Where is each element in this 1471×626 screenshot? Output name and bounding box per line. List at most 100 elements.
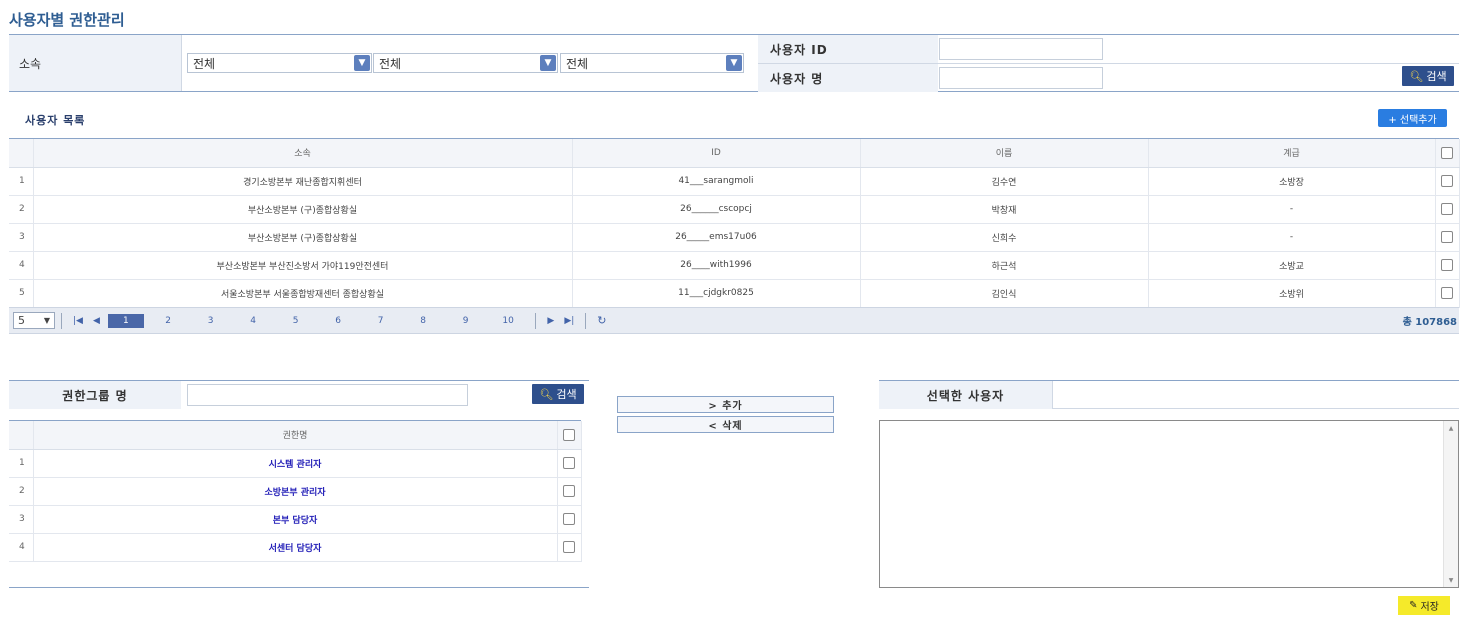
table-row[interactable]: 2 부산소방본부 (구)종합상황실 26______cscopcj 박창재 - <box>9 195 1460 224</box>
user-list-grid: 소속 ID 이름 계급 1 경기소방본부 재난종합지휘센터 41___saran… <box>9 138 1460 308</box>
row-checkbox[interactable] <box>1441 231 1453 243</box>
row-checkbox[interactable] <box>1441 259 1453 271</box>
row-check-cell <box>1435 251 1460 280</box>
row-check-cell <box>557 533 582 562</box>
org-select-1-value: 전체 <box>193 56 216 71</box>
column-header-rank[interactable]: 계급 <box>1148 139 1436 168</box>
perm-name-link[interactable]: 서센터 담당자 <box>269 544 322 554</box>
perm-name-link[interactable]: 소방본부 관리자 <box>264 488 325 498</box>
row-checkbox[interactable] <box>563 513 575 525</box>
row-number: 4 <box>9 251 34 280</box>
cell-perm-name: 소방본부 관리자 <box>33 477 558 506</box>
scroll-up-icon[interactable]: ▲ <box>1444 421 1458 435</box>
scrollbar[interactable]: ▲ ▼ <box>1443 421 1458 587</box>
row-checkbox[interactable] <box>563 485 575 497</box>
search-icon: 🔍︎ <box>539 387 554 401</box>
page-3[interactable]: 3 <box>189 316 232 326</box>
selected-users-list[interactable]: ▲ ▼ <box>879 420 1459 588</box>
org-select-2[interactable]: 전체 ▼ <box>373 53 558 73</box>
org-select-3[interactable]: 전체 ▼ <box>560 53 744 73</box>
add-button[interactable]: > 추가 <box>617 396 834 413</box>
page-6[interactable]: 6 <box>317 316 360 326</box>
remove-button[interactable]: < 삭제 <box>617 416 834 433</box>
cell-name: 박창재 <box>860 195 1149 224</box>
row-checkbox[interactable] <box>1441 203 1453 215</box>
add-selected-button[interactable]: + 선택추가 <box>1378 109 1447 127</box>
perm-name-link[interactable]: 본부 담당자 <box>273 516 318 526</box>
row-checkbox[interactable] <box>1441 175 1453 187</box>
column-header-org[interactable]: 소속 <box>33 139 573 168</box>
cell-rank: 소방장 <box>1148 167 1436 196</box>
row-number: 4 <box>9 533 34 562</box>
page-1[interactable]: 1 <box>107 313 144 328</box>
search-icon: 🔍︎ <box>1409 69 1424 83</box>
org-select-1[interactable]: 전체 ▼ <box>187 53 372 73</box>
refresh-icon[interactable]: ↻ <box>597 314 606 327</box>
row-checkbox[interactable] <box>563 541 575 553</box>
table-row[interactable]: 3 본부 담당자 <box>9 505 582 534</box>
row-number: 3 <box>9 505 34 534</box>
table-row[interactable]: 3 부산소방본부 (구)종합상황실 26_____ems17u06 신희수 - <box>9 223 1460 252</box>
table-row[interactable]: 1 경기소방본부 재난종합지휘센터 41___sarangmoli 김수연 소방… <box>9 167 1460 196</box>
perm-group-input[interactable] <box>187 384 468 406</box>
user-search-button[interactable]: 🔍︎ 검색 <box>1402 66 1454 86</box>
table-row[interactable]: 2 소방본부 관리자 <box>9 477 582 506</box>
column-header-perm-name[interactable]: 권한명 <box>33 421 558 450</box>
page-9[interactable]: 9 <box>444 316 487 326</box>
column-header-no <box>9 421 34 450</box>
last-page-icon[interactable]: ▶| <box>564 316 574 326</box>
user-table: 소속 ID 이름 계급 1 경기소방본부 재난종합지휘센터 41___saran… <box>9 139 1460 308</box>
pagination-bar: 5 ▼ |◀ ◀ 1 2 3 4 5 6 7 8 9 10 ▶ ▶| ↻ 총 1… <box>9 307 1459 334</box>
table-header-row: 권한명 <box>9 421 582 450</box>
page-8[interactable]: 8 <box>402 316 445 326</box>
cell-name: 하근석 <box>860 251 1149 280</box>
perm-group-search: 권한그룹 명 🔍︎ 검색 <box>9 380 589 409</box>
table-row[interactable]: 4 부산소방본부 부산진소방서 가야119안전센터 26____with1996… <box>9 251 1460 280</box>
row-check-cell <box>1435 279 1460 308</box>
prev-page-icon[interactable]: ◀ <box>93 316 100 326</box>
page-2[interactable]: 2 <box>147 316 190 326</box>
perm-table: 권한명 1 시스템 관리자 2 소방본부 관리자 3 본부 담당자 4 서센터 … <box>9 421 582 562</box>
page-10[interactable]: 10 <box>487 316 530 326</box>
perm-group-search-button[interactable]: 🔍︎ 검색 <box>532 384 584 404</box>
cell-id: 11___cjdgkr0825 <box>572 279 861 308</box>
save-button[interactable]: ✎ 저장 <box>1398 596 1450 615</box>
first-page-icon[interactable]: |◀ <box>73 316 83 326</box>
row-checkbox[interactable] <box>563 457 575 469</box>
row-number: 1 <box>9 167 34 196</box>
row-check-cell <box>557 505 582 534</box>
perm-name-link[interactable]: 시스템 관리자 <box>269 460 322 470</box>
column-header-name[interactable]: 이름 <box>860 139 1149 168</box>
cell-rank: - <box>1148 223 1436 252</box>
save-button-label: 저장 <box>1420 602 1439 613</box>
selected-users-label: 선택한 사용자 <box>879 381 1053 409</box>
cell-rank: 소방교 <box>1148 251 1436 280</box>
row-number: 1 <box>9 449 34 478</box>
next-page-icon[interactable]: ▶ <box>547 316 554 326</box>
page-4[interactable]: 4 <box>232 316 275 326</box>
divider <box>535 312 537 329</box>
select-all-checkbox[interactable] <box>1441 146 1453 159</box>
cell-id: 26______cscopcj <box>572 195 861 224</box>
page-title: 사용자별 권한관리 <box>9 11 125 29</box>
cell-org: 부산소방본부 (구)종합상황실 <box>33 223 573 252</box>
user-id-input[interactable] <box>939 38 1103 60</box>
select-all-checkbox[interactable] <box>563 428 575 441</box>
user-name-input[interactable] <box>939 67 1103 89</box>
cell-rank: 소방위 <box>1148 279 1436 308</box>
page-7[interactable]: 7 <box>359 316 402 326</box>
table-row[interactable]: 1 시스템 관리자 <box>9 449 582 478</box>
row-checkbox[interactable] <box>1441 287 1453 299</box>
user-name-label: 사용자 명 <box>758 64 938 92</box>
page-size-select[interactable]: 5 ▼ <box>13 312 55 329</box>
scroll-down-icon[interactable]: ▼ <box>1444 573 1458 587</box>
user-list-title: 사용자 목록 <box>25 114 86 127</box>
column-header-id[interactable]: ID <box>572 139 861 168</box>
org-label: 소속 <box>9 35 181 91</box>
table-row[interactable]: 4 서센터 담당자 <box>9 533 582 562</box>
cell-perm-name: 본부 담당자 <box>33 505 558 534</box>
org-select-3-value: 전체 <box>566 56 589 71</box>
table-row[interactable]: 5 서울소방본부 서울종합방재센터 종합상황실 11___cjdgkr0825 … <box>9 279 1460 308</box>
chevron-down-icon: ▼ <box>43 316 50 325</box>
page-5[interactable]: 5 <box>274 316 317 326</box>
